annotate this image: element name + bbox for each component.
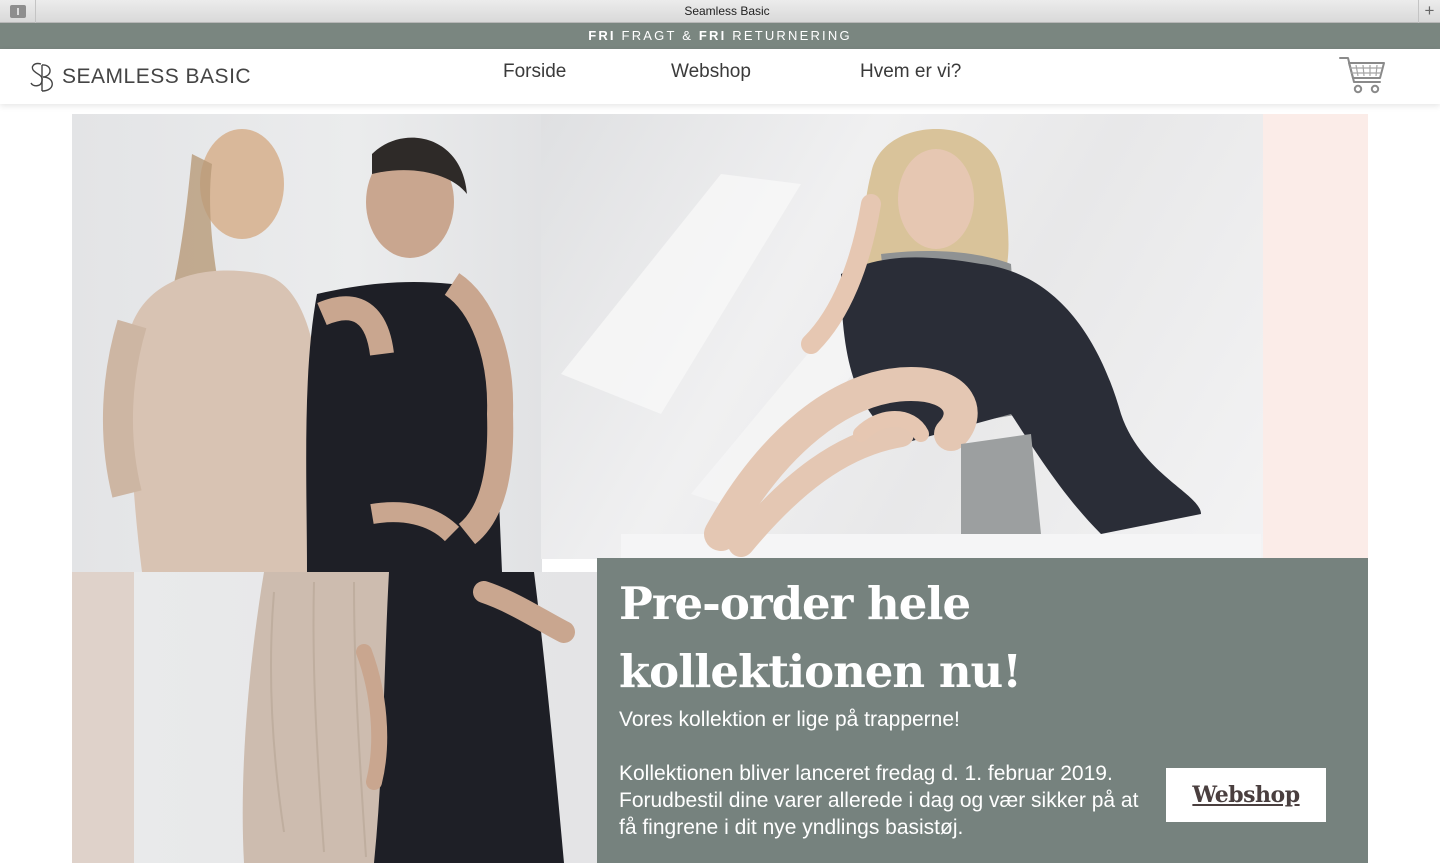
window-title: Seamless Basic [684, 4, 770, 18]
browser-title-bar: Seamless Basic + [0, 0, 1440, 23]
photo-seated-model [541, 114, 1263, 559]
hero-subline: Vores kollektion er lige på trapperne! [619, 708, 960, 731]
new-tab-button[interactable]: + [1418, 0, 1440, 23]
sidebar-toggle[interactable] [0, 0, 36, 23]
hero-headline: Pre-order hele kollektionen nu! [619, 577, 1022, 698]
promo-bold-1: FRI [588, 28, 616, 43]
pink-accent-block [1262, 114, 1368, 587]
promo-text-1: FRAGT & [615, 28, 699, 43]
photo-two-models [72, 114, 542, 572]
promo-text-2: RETURNERING [726, 28, 852, 43]
site-logo[interactable]: SEAMLESS BASIC [28, 57, 251, 97]
nav-hvem-er-vi[interactable]: Hvem er vi? [860, 61, 961, 83]
sidebar-icon [10, 5, 26, 18]
promo-bold-2: FRI [698, 28, 727, 43]
hero-body-text: Kollektionen bliver lanceret fredag d. 1… [619, 762, 1139, 839]
nav-forside[interactable]: Forside [503, 61, 566, 83]
nav-webshop[interactable]: Webshop [671, 61, 751, 83]
sb-logo-icon [30, 62, 53, 92]
webshop-button[interactable]: Webshop [1166, 768, 1326, 822]
hero-section: Pre-order hele kollektionen nu! Vores ko… [0, 104, 1440, 863]
site-header: SEAMLESS BASIC Forside Webshop Hvem er v… [0, 49, 1440, 104]
shopping-cart-icon[interactable] [1338, 54, 1388, 96]
promo-bar: FRI FRAGT & FRI RETURNERING [0, 23, 1440, 49]
sand-accent-block [72, 522, 134, 863]
preorder-promo-box: Pre-order hele kollektionen nu! Vores ko… [597, 558, 1368, 863]
photo-legs [134, 572, 598, 863]
logo-text: SEAMLESS BASIC [62, 65, 252, 88]
